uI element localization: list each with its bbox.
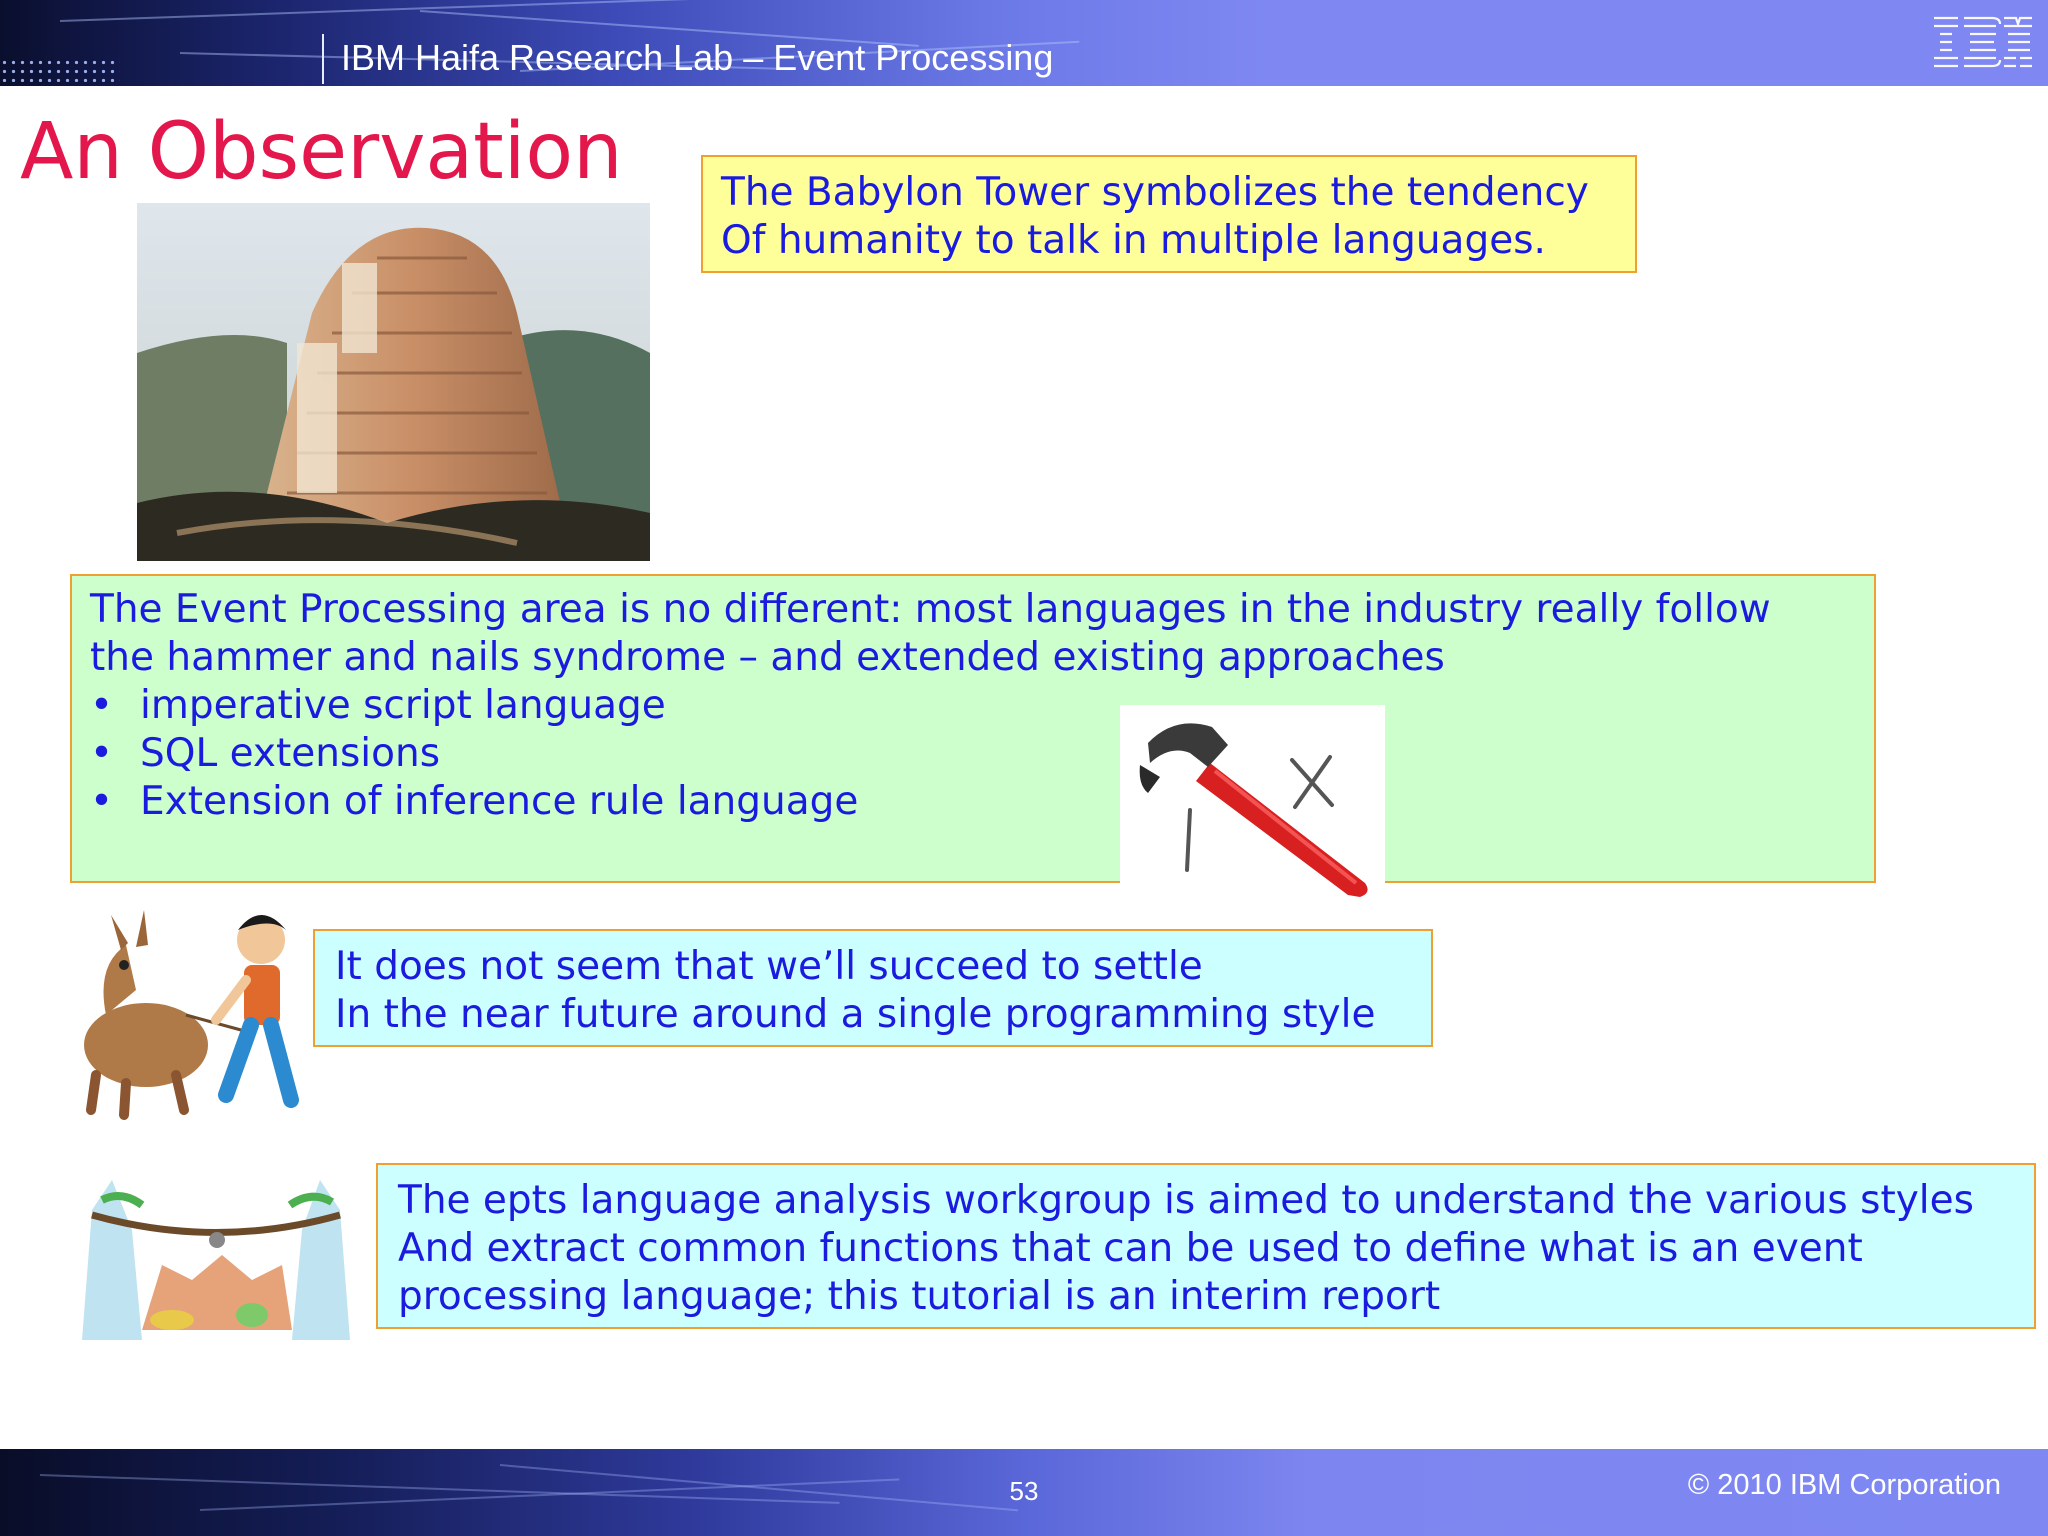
note-line: processing language; this tutorial is an… (398, 1274, 1441, 1319)
header-light-streak (59, 0, 760, 22)
bullet-icon: • (90, 683, 114, 728)
note-line: the hammer and nails syndrome – and exte… (90, 635, 1445, 680)
epts-workgroup-note: The epts language analysis workgroup is … (376, 1163, 2036, 1329)
bullet-item: • SQL extensions (90, 730, 1856, 778)
header-title: IBM Haifa Research Lab – Event Processin… (341, 37, 1054, 78)
bullet-icon: • (90, 731, 114, 776)
babylon-note: The Babylon Tower symbolizes the tendenc… (701, 155, 1637, 273)
bullet-text: imperative script language (140, 683, 666, 728)
bullet-icon: • (90, 779, 114, 824)
bridge-over-canyon-image (82, 1180, 350, 1340)
note-line: And extract common functions that can be… (398, 1226, 1863, 1271)
tower-of-babel-image (137, 203, 650, 561)
bullet-item: • Extension of inference rule language (90, 778, 1856, 826)
note-line: It does not seem that we’ll succeed to s… (335, 944, 1203, 989)
ibm-logo (1934, 16, 2032, 68)
note-line: Of humanity to talk in multiple language… (721, 218, 1546, 263)
page-number: 53 (1009, 1476, 1039, 1506)
donkey-cartoon-image (84, 910, 299, 1120)
copyright-notice: © 2010 IBM Corporation (1687, 1469, 2001, 1501)
hammer-and-nails-image (1120, 705, 1385, 910)
bullet-item: • imperative script language (90, 682, 1856, 730)
bullet-text: SQL extensions (140, 731, 441, 776)
header-dot-pattern (0, 58, 120, 82)
note-line: In the near future around a single progr… (335, 992, 1376, 1037)
note-line: The Event Processing area is no differen… (90, 587, 1771, 632)
event-processing-note: The Event Processing area is no differen… (70, 574, 1876, 883)
note-line: The Babylon Tower symbolizes the tendenc… (721, 170, 1589, 215)
header-divider (322, 34, 324, 84)
slide-title: An Observation (20, 107, 623, 197)
note-line: The epts language analysis workgroup is … (398, 1178, 1974, 1223)
bullet-text: Extension of inference rule language (140, 779, 859, 824)
settle-note: It does not seem that we’ll succeed to s… (313, 929, 1433, 1047)
footer-light-streak (499, 1464, 1019, 1512)
